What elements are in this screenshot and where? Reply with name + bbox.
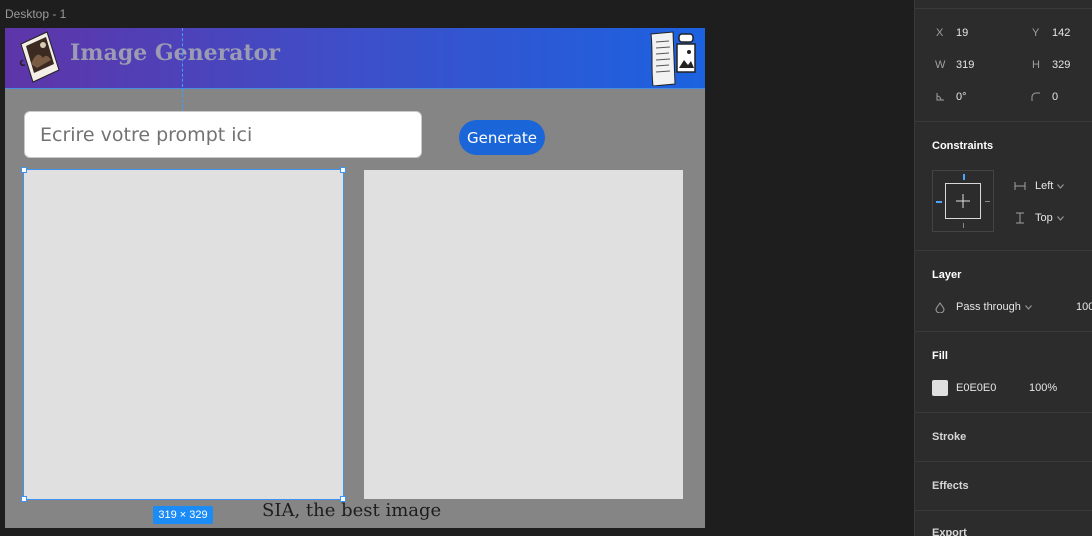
tagline-text[interactable]: SIA, the best image <box>262 500 441 521</box>
plus-icon <box>956 194 970 208</box>
fill-color-swatch[interactable] <box>932 380 948 396</box>
resize-handle-bottom-left[interactable] <box>21 496 27 502</box>
fill-title: Fill <box>932 350 948 362</box>
generate-button[interactable]: Generate <box>459 120 545 155</box>
layer-opacity-field[interactable]: 100 <box>1076 301 1092 313</box>
y-field[interactable]: 142 <box>1052 27 1070 39</box>
app-title: Image Generator <box>70 40 280 66</box>
corner-radius-icon <box>1031 92 1040 101</box>
frame-label[interactable]: Desktop - 1 <box>5 7 66 21</box>
resize-handle-top-left[interactable] <box>21 167 27 173</box>
constraint-top-marker[interactable] <box>963 174 965 180</box>
constraint-widget[interactable] <box>932 170 994 232</box>
divider <box>915 331 1092 332</box>
effects-section-title[interactable]: Effects <box>932 480 969 492</box>
design-properties-panel: X 19 Y 142 W 319 H 329 0° 0 Constraints … <box>914 0 1092 536</box>
constraint-left-marker[interactable] <box>936 201 942 203</box>
horizontal-constraint-value: Left <box>1035 180 1054 192</box>
divider <box>915 510 1092 511</box>
fill-opacity-field[interactable]: 100% <box>1029 382 1057 394</box>
horizontal-constraint-dropdown[interactable]: Left <box>1035 180 1065 192</box>
chevron-down-icon <box>1024 304 1032 310</box>
prompt-input[interactable] <box>24 111 422 158</box>
desktop-frame[interactable]: Image Generator Generate <box>5 28 705 528</box>
resize-handle-top-right[interactable] <box>340 167 346 173</box>
width-field[interactable]: 319 <box>956 59 974 71</box>
y-label: Y <box>1032 27 1040 39</box>
divider <box>915 121 1092 122</box>
height-field[interactable]: 329 <box>1052 59 1070 71</box>
divider <box>915 412 1092 413</box>
rotation-icon <box>936 93 944 101</box>
chevron-down-icon <box>1056 215 1064 221</box>
divider <box>915 250 1092 251</box>
blend-mode-dropdown[interactable]: Pass through <box>956 301 1032 313</box>
vertical-constraint-icon <box>1016 212 1024 224</box>
image-placeholder-right[interactable] <box>364 170 683 499</box>
blend-mode-icon <box>935 302 945 313</box>
corner-radius-field[interactable]: 0 <box>1052 91 1058 103</box>
divider <box>915 8 1092 9</box>
horizontal-constraint-icon <box>1014 182 1026 190</box>
divider <box>915 461 1092 462</box>
blend-mode-value: Pass through <box>956 301 1021 313</box>
image-placeholder-left[interactable] <box>23 169 344 500</box>
rotation-field[interactable]: 0° <box>956 91 967 103</box>
layer-title: Layer <box>932 269 962 281</box>
photo-logo-icon <box>19 31 60 83</box>
document-image-icon <box>650 31 696 86</box>
fill-hex-field[interactable]: E0E0E0 <box>956 382 996 394</box>
stroke-section-title[interactable]: Stroke <box>932 431 966 443</box>
constraint-right-marker[interactable] <box>985 201 990 202</box>
export-section-title[interactable]: Export <box>932 527 967 536</box>
selection-size-badge: 319 × 329 <box>153 506 213 524</box>
vertical-constraint-value: Top <box>1035 212 1053 224</box>
design-canvas[interactable]: Desktop - 1 Image Generator Ecrire votre… <box>0 0 914 536</box>
vertical-constraint-dropdown[interactable]: Top <box>1035 212 1064 224</box>
constraint-inner-box <box>945 183 981 219</box>
x-field[interactable]: 19 <box>956 27 968 39</box>
constraint-bottom-marker[interactable] <box>963 223 964 228</box>
w-label: W <box>935 59 946 71</box>
chevron-down-icon <box>1057 183 1065 189</box>
constraints-title: Constraints <box>932 140 994 152</box>
x-label: X <box>936 27 944 39</box>
h-label: H <box>1032 59 1040 71</box>
app-header[interactable]: Image Generator <box>5 28 705 89</box>
